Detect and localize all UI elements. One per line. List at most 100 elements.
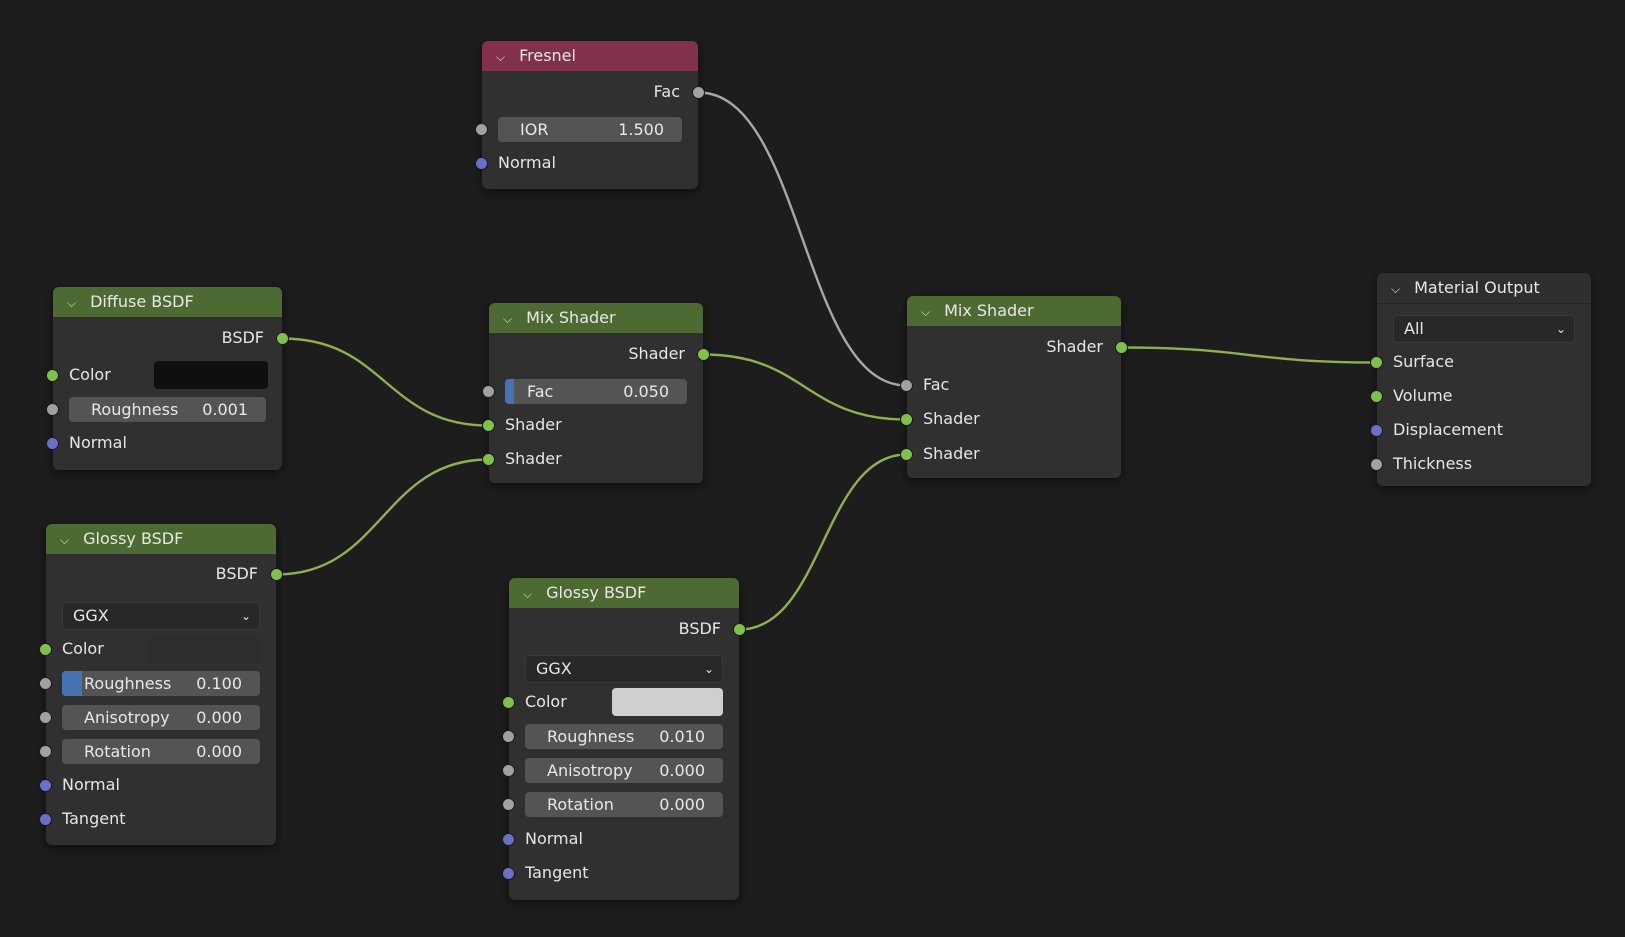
distribution-dropdown[interactable]: GGX ⌄ bbox=[525, 655, 723, 683]
socket-input-tangent[interactable] bbox=[502, 867, 515, 880]
mix2-title: Mix Shader bbox=[944, 301, 1034, 320]
anisotropy-field[interactable]: Anisotropy 0.000 bbox=[62, 705, 260, 730]
fresnel-header[interactable]: ⌵ Fresnel bbox=[482, 41, 698, 71]
fac-field[interactable]: Fac 0.050 bbox=[505, 379, 687, 404]
socket-input-normal[interactable] bbox=[46, 437, 59, 450]
glossy1-output-bsdf: BSDF bbox=[46, 560, 283, 588]
chevron-down-icon: ⌄ bbox=[240, 609, 251, 623]
chevron-down-icon[interactable]: ⌵ bbox=[1391, 274, 1409, 304]
ior-field[interactable]: IOR 1.500 bbox=[498, 117, 682, 142]
field-value: 0.000 bbox=[659, 761, 705, 780]
socket-label: Displacement bbox=[1393, 420, 1503, 439]
socket-input-anisotropy[interactable] bbox=[502, 764, 515, 777]
socket-input-roughness[interactable] bbox=[46, 403, 59, 416]
socket-input-normal[interactable] bbox=[39, 779, 52, 792]
socket-input-rotation[interactable] bbox=[39, 745, 52, 758]
glossy1-input-color: Color bbox=[39, 635, 276, 663]
socket-output-shader[interactable] bbox=[697, 348, 710, 361]
chevron-down-icon: ⌄ bbox=[703, 662, 714, 676]
socket-input-rotation[interactable] bbox=[502, 798, 515, 811]
dropdown-value: All bbox=[1404, 319, 1424, 338]
socket-input-shader-b[interactable] bbox=[482, 453, 495, 466]
socket-input-color[interactable] bbox=[46, 369, 59, 382]
socket-input-anisotropy[interactable] bbox=[39, 711, 52, 724]
glossy-bsdf-node-2[interactable]: ⌵ Glossy BSDF BSDF GGX ⌄ Color Roughness… bbox=[502, 578, 746, 900]
mix2-input-fac: Fac bbox=[900, 371, 1121, 399]
socket-input-fac[interactable] bbox=[900, 379, 913, 392]
socket-input-roughness[interactable] bbox=[502, 730, 515, 743]
socket-input-shader-b[interactable] bbox=[900, 448, 913, 461]
glossy2-input-anisotropy: Anisotropy 0.000 bbox=[502, 756, 739, 784]
glossy2-header[interactable]: ⌵ Glossy BSDF bbox=[509, 578, 739, 608]
color-swatch[interactable] bbox=[612, 688, 723, 716]
glossy1-header[interactable]: ⌵ Glossy BSDF bbox=[46, 524, 276, 554]
chevron-down-icon: ⌄ bbox=[1555, 322, 1566, 336]
mix2-header[interactable]: ⌵ Mix Shader bbox=[907, 296, 1121, 326]
distribution-dropdown[interactable]: GGX ⌄ bbox=[62, 602, 260, 630]
anisotropy-field[interactable]: Anisotropy 0.000 bbox=[525, 758, 723, 783]
mix2-output-shader: Shader bbox=[907, 333, 1128, 361]
socket-input-fac[interactable] bbox=[482, 385, 495, 398]
color-swatch[interactable] bbox=[154, 361, 268, 389]
link-diffuse-bsdf-to-mix1-shader bbox=[282, 337, 489, 427]
roughness-field[interactable]: Roughness 0.100 bbox=[62, 671, 260, 696]
glossy2-input-tangent: Tangent bbox=[502, 859, 739, 887]
socket-output-bsdf[interactable] bbox=[276, 332, 289, 345]
mix1-title: Mix Shader bbox=[526, 308, 616, 327]
socket-output-shader[interactable] bbox=[1115, 341, 1128, 354]
chevron-down-icon[interactable]: ⌵ bbox=[496, 42, 514, 72]
mix-shader-node-1[interactable]: ⌵ Mix Shader Shader Fac 0.050 Shader Sha… bbox=[482, 303, 710, 483]
chevron-down-icon[interactable]: ⌵ bbox=[60, 525, 78, 555]
fac-fill bbox=[505, 379, 515, 404]
socket-input-shader-a[interactable] bbox=[900, 413, 913, 426]
field-value: 0.000 bbox=[196, 708, 242, 727]
socket-input-thickness[interactable] bbox=[1370, 458, 1383, 471]
diffuse-bsdf-node[interactable]: ⌵ Diffuse BSDF BSDF Color Roughness 0.00… bbox=[46, 287, 289, 470]
socket-input-roughness[interactable] bbox=[39, 677, 52, 690]
rotation-field[interactable]: Rotation 0.000 bbox=[62, 739, 260, 764]
output-title: Material Output bbox=[1414, 278, 1540, 297]
socket-label: Color bbox=[69, 365, 111, 384]
fresnel-title: Fresnel bbox=[519, 46, 576, 65]
roughness-field[interactable]: Roughness 0.010 bbox=[525, 724, 723, 749]
socket-input-surface[interactable] bbox=[1370, 356, 1383, 369]
color-swatch[interactable] bbox=[148, 635, 260, 663]
chevron-down-icon[interactable]: ⌵ bbox=[67, 288, 85, 318]
socket-input-color[interactable] bbox=[39, 643, 52, 656]
socket-input-tangent[interactable] bbox=[39, 813, 52, 826]
chevron-down-icon[interactable]: ⌵ bbox=[523, 579, 541, 609]
socket-input-ior[interactable] bbox=[475, 123, 488, 136]
field-value: 0.000 bbox=[196, 742, 242, 761]
mix1-input-fac: Fac 0.050 bbox=[482, 377, 703, 405]
chevron-down-icon[interactable]: ⌵ bbox=[921, 297, 939, 327]
mix-shader-node-2[interactable]: ⌵ Mix Shader Shader Fac Shader Shader bbox=[900, 296, 1128, 478]
dropdown-value: GGX bbox=[536, 659, 572, 678]
field-value: 0.050 bbox=[623, 382, 669, 401]
socket-input-color[interactable] bbox=[502, 696, 515, 709]
socket-label: Normal bbox=[525, 829, 583, 848]
mix1-header[interactable]: ⌵ Mix Shader bbox=[489, 303, 703, 333]
node-editor[interactable]: ⌵ Fresnel Fac IOR 1.500 Normal ⌵ Diffuse… bbox=[0, 0, 1625, 937]
socket-label: Normal bbox=[69, 433, 127, 452]
glossy-bsdf-node-1[interactable]: ⌵ Glossy BSDF BSDF GGX ⌄ Color Roughness… bbox=[39, 524, 283, 845]
chevron-down-icon[interactable]: ⌵ bbox=[503, 304, 521, 334]
fresnel-node[interactable]: ⌵ Fresnel Fac IOR 1.500 Normal bbox=[475, 41, 705, 189]
mix2-input-shader-a: Shader bbox=[900, 405, 1121, 433]
mix1-input-shader-a: Shader bbox=[482, 411, 703, 439]
socket-input-shader-a[interactable] bbox=[482, 419, 495, 432]
target-dropdown[interactable]: All ⌄ bbox=[1393, 315, 1575, 343]
socket-output-bsdf[interactable] bbox=[733, 623, 746, 636]
output-header[interactable]: ⌵ Material Output bbox=[1377, 273, 1591, 304]
link-fresnel-fac-to-mix2-fac bbox=[698, 91, 907, 387]
socket-input-normal[interactable] bbox=[475, 157, 488, 170]
material-output-node[interactable]: ⌵ Material Output All ⌄ Surface Volume D… bbox=[1370, 273, 1591, 486]
rotation-field[interactable]: Rotation 0.000 bbox=[525, 792, 723, 817]
socket-input-displacement[interactable] bbox=[1370, 424, 1383, 437]
diffuse-header[interactable]: ⌵ Diffuse BSDF bbox=[53, 287, 282, 317]
socket-input-normal[interactable] bbox=[502, 833, 515, 846]
socket-output-bsdf[interactable] bbox=[270, 568, 283, 581]
socket-output-fac[interactable] bbox=[692, 86, 705, 99]
socket-input-volume[interactable] bbox=[1370, 390, 1383, 403]
roughness-field[interactable]: Roughness 0.001 bbox=[69, 397, 266, 422]
socket-label: Color bbox=[62, 639, 104, 658]
